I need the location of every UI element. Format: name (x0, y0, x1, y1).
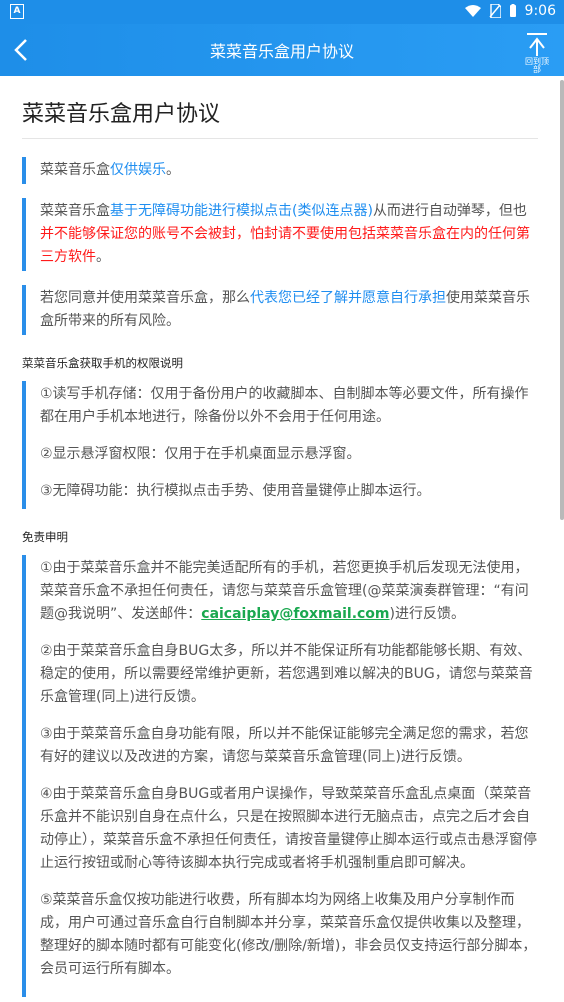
page-title: 菜菜音乐盒用户协议 (22, 102, 221, 127)
notice-text: 并不能够保证您的账号不会被封，怕封请不要使用包括菜菜音乐盒在内的任何第三方软件 (40, 226, 530, 265)
app-bar: 菜菜音乐盒用户协议 回到顶部 (0, 24, 564, 76)
notice-text: 。 (166, 162, 180, 178)
clock: 9:06 (524, 3, 556, 19)
scrollbar[interactable] (560, 80, 564, 520)
status-bar: A 9:06 (0, 0, 564, 24)
disclaimer-text: )进行反馈。 (389, 606, 465, 622)
permissions-list: ①读写手机存储：仅用于备份用户的收藏脚本、自制脚本等必要文件，所有操作都在用户手… (22, 381, 538, 509)
notice-text: 菜菜音乐盒 (40, 203, 110, 219)
status-icons: 9:06 (464, 3, 556, 19)
email-link[interactable]: caicaiplay@foxmail.com (201, 606, 389, 622)
disclaimer-item: ⑤菜菜音乐盒仅按功能进行收费，所有脚本均为网络上收集及用户分享制作而成，用户可通… (40, 892, 537, 977)
back-to-top-button[interactable]: 回到顶部 (522, 32, 552, 74)
permissions-section-title: 菜菜音乐盒获取手机的权限说明 (22, 356, 183, 370)
notice-note: 若您同意并使用菜菜音乐盒，那么代表您已经了解并愿意自行承担使用菜菜音乐盒所带来的… (22, 285, 538, 335)
wifi-icon (464, 5, 481, 17)
disclaimer-item: ④由于菜菜音乐盒自身BUG或者用户误操作，导致菜菜音乐盒乱点桌面（菜菜音乐盒并不… (40, 786, 537, 871)
battery-icon (509, 4, 516, 17)
agreement-content[interactable]: 菜菜音乐盒用户协议 菜菜音乐盒仅供娱乐。 菜菜音乐盒基于无障碍功能进行模拟点击(类… (0, 76, 560, 1002)
permission-item: ③无障碍功能：执行模拟点击手势、使用音量键停止脚本运行。 (40, 483, 431, 499)
app-bar-title: 菜菜音乐盒用户协议 (209, 42, 354, 61)
notice-text: 。 (96, 249, 110, 265)
back-to-top-label: 回到顶部 (525, 57, 549, 74)
back-to-top-icon (527, 33, 547, 56)
notice-note: 菜菜音乐盒基于无障碍功能进行模拟点击(类似连点器)从而进行自动弹琴，但也并不能够… (22, 198, 538, 271)
notice-text: 代表您已经了解并愿意自行承担 (250, 290, 446, 306)
notice-text: 若您同意并使用菜菜音乐盒，那么 (40, 290, 250, 306)
notice-text: 菜菜音乐盒 (40, 162, 110, 178)
disclaimer-list: ①由于菜菜音乐盒并不能完美适配所有的手机，若您更换手机后发现无法使用，菜菜音乐盒… (22, 555, 538, 997)
disclaimer-item: ③由于菜菜音乐盒自身功能有限，所以并不能保证能够完全满足您的需求，若您有好的建议… (40, 726, 529, 765)
disclaimer-item: ②由于菜菜音乐盒自身BUG太多，所以并不能保证所有功能都能够长期、有效、稳定的使… (40, 643, 533, 705)
notice-note: 菜菜音乐盒仅供娱乐。 (22, 157, 538, 184)
permission-item: ①读写手机存储：仅用于备份用户的收藏脚本、自制脚本等必要文件，所有操作都在用户手… (40, 386, 529, 425)
permission-item: ②显示悬浮窗权限：仅用于在手机桌面显示悬浮窗。 (40, 446, 361, 462)
divider (22, 138, 538, 139)
disclaimer-section-title: 免责申明 (22, 530, 68, 544)
notice-text: 仅供娱乐 (110, 162, 166, 178)
no-sim-icon (489, 4, 501, 18)
notice-text: 基于无障碍功能进行模拟点击(类似连点器) (110, 203, 373, 219)
notice-text: 从而进行自动弹琴，但也 (372, 203, 527, 219)
disclaimer-item: ①由于菜菜音乐盒并不能完美适配所有的手机，若您更换手机后发现无法使用，菜菜音乐盒… (40, 557, 538, 626)
notification-icon: A (10, 4, 24, 19)
